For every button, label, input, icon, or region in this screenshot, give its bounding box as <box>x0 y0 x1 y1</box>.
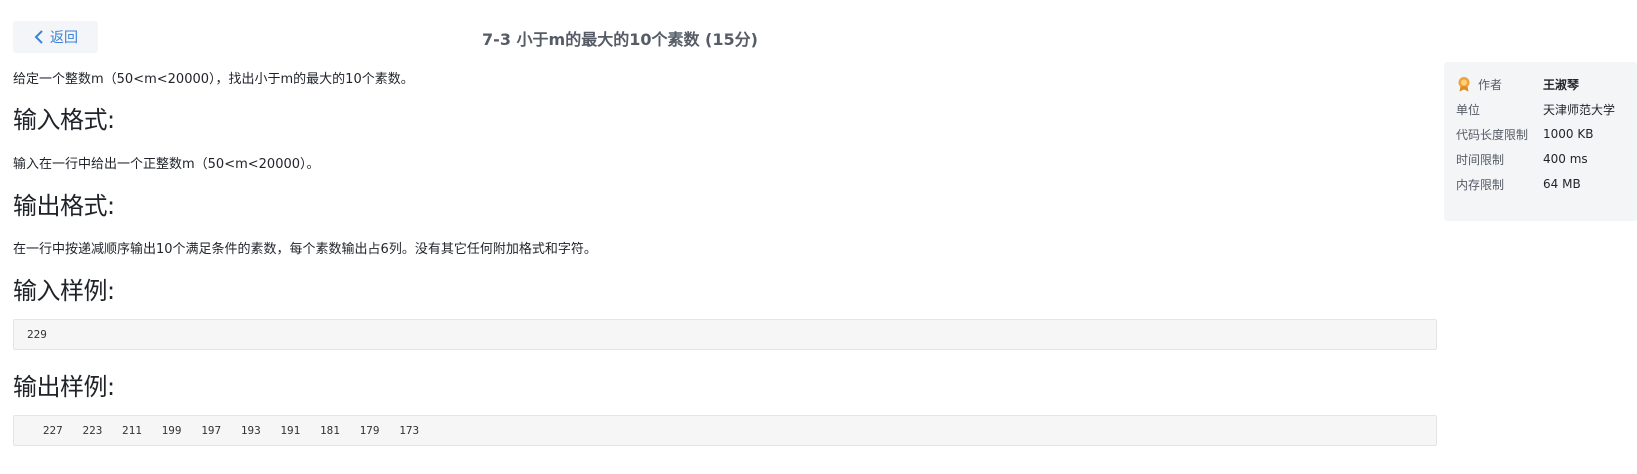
sample-output-value: 181 <box>320 424 340 437</box>
info-row-time-limit: 时间限制 400 ms <box>1456 149 1636 169</box>
sample-output-value: 193 <box>240 424 261 437</box>
output-format-text: 在一行中按递减顺序输出10个满足条件的素数，每个素数输出占6列。没有其它任何附加… <box>13 242 597 257</box>
info-row-memory-limit: 内存限制 64 MB <box>1456 174 1636 194</box>
sample-output-value: 197 <box>201 424 222 437</box>
input-format-heading: 输入格式: <box>13 106 115 134</box>
author-name: 王淑琴 <box>1543 77 1580 92</box>
info-row-code-limit: 代码长度限制 1000 KB <box>1456 124 1636 144</box>
problem-title: 7-3 小于m的最大的10个素数 (15分) <box>482 30 758 49</box>
unit-value: 天津师范大学 <box>1543 102 1616 117</box>
input-format-text: 输入在一行中给出一个正整数m（50<m<20000）。 <box>13 157 320 172</box>
sample-output-value: 211 <box>122 424 142 437</box>
info-label: 代码长度限制 <box>1456 127 1529 142</box>
info-label: 时间限制 <box>1456 152 1505 167</box>
time-limit-value: 400 ms <box>1543 152 1588 166</box>
memory-limit-value: 64 MB <box>1543 177 1581 191</box>
sample-output-value: 199 <box>161 424 182 437</box>
code-limit-value: 1000 KB <box>1543 127 1594 141</box>
problem-info-panel: 作者 王淑琴 单位 天津师范大学 代码长度限制 1000 KB 时间限制 400… <box>1444 62 1637 221</box>
problem-description: 给定一个整数m（50<m<20000），找出小于m的最大的10个素数。 <box>13 72 414 87</box>
medal-icon <box>1458 77 1470 92</box>
sample-output-heading: 输出样例: <box>13 373 115 401</box>
top-bar: 返回 7-3 小于m的最大的10个素数 (15分) <box>0 0 1637 62</box>
sample-input-box[interactable]: 229 <box>13 319 1437 350</box>
sample-output-value: 179 <box>359 424 380 437</box>
info-row-author: 作者 王淑琴 <box>1456 74 1636 94</box>
info-row-unit: 单位 天津师范大学 <box>1456 99 1636 119</box>
info-label: 内存限制 <box>1456 177 1505 192</box>
sample-output-value: 173 <box>399 424 420 437</box>
sample-output-box[interactable]: 227 223 211 199 197 193 191 181 179 173 <box>13 415 1437 446</box>
sample-output-value: 191 <box>280 424 301 437</box>
sample-output-row: 227 223 211 199 197 193 191 181 179 173 <box>14 424 429 437</box>
sample-output-value: 227 <box>42 424 63 437</box>
output-format-heading: 输出格式: <box>13 192 115 220</box>
sample-input-heading: 输入样例: <box>13 277 115 305</box>
info-label: 作者 <box>1478 77 1503 92</box>
sample-input-value: 229 <box>27 328 47 341</box>
info-label: 单位 <box>1456 102 1481 117</box>
sample-output-value: 223 <box>82 424 103 437</box>
